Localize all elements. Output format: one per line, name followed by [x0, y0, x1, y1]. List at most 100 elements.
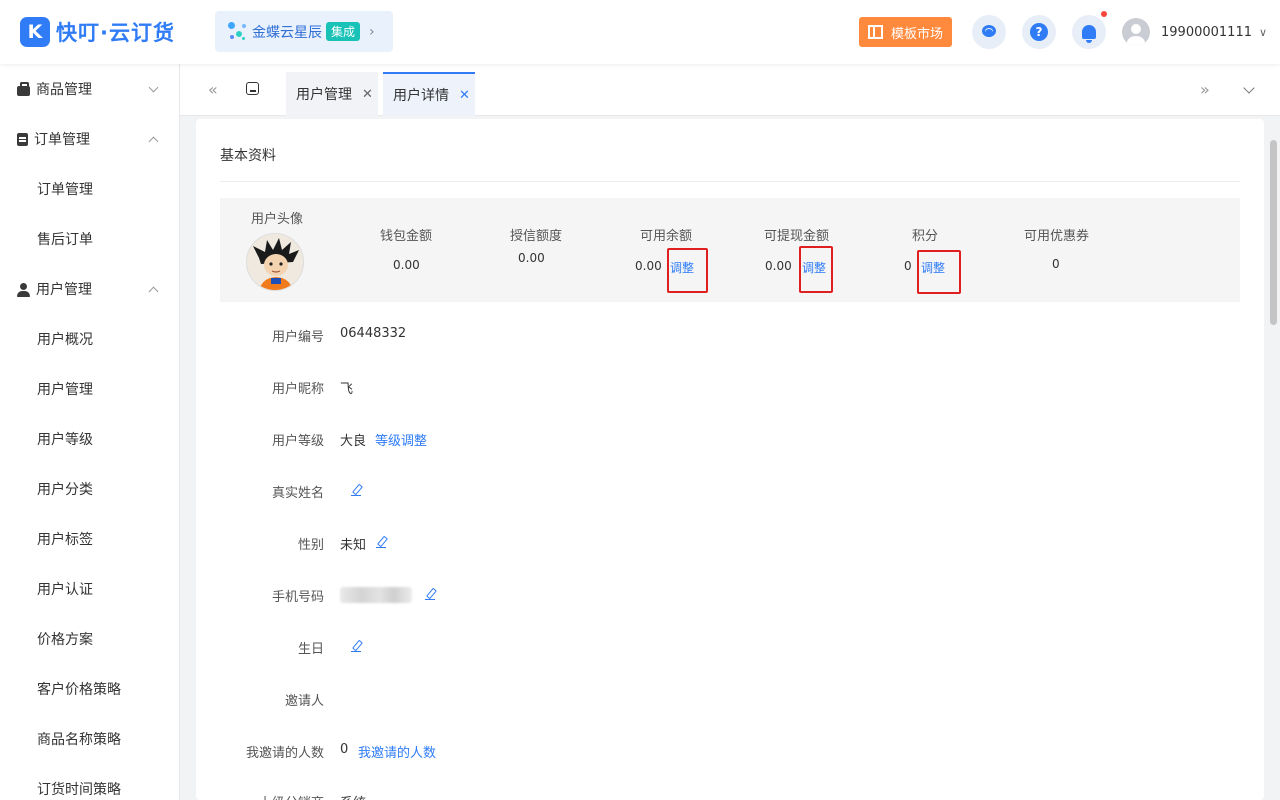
field-label-distributor: 上级分销商	[196, 792, 324, 800]
chevron-down-icon	[148, 82, 159, 93]
invited-people-link[interactable]: 我邀请的人数	[358, 742, 436, 761]
field-label-invited-count: 我邀请的人数	[245, 746, 324, 761]
edit-pencil-icon[interactable]	[351, 640, 363, 653]
sidebar-group-orders[interactable]: 订单管理	[0, 114, 179, 164]
user-avatar	[246, 233, 304, 291]
section-title: 基本资料	[220, 148, 276, 164]
edit-pencil-icon[interactable]	[425, 588, 437, 601]
template-market-button[interactable]: 模板市场	[859, 17, 952, 47]
tab-label: 用户详情	[393, 88, 449, 104]
edit-pencil-icon[interactable]	[351, 484, 363, 497]
sidebar-item-user-verification[interactable]: 用户认证	[0, 564, 179, 614]
stat-label-coupons: 可用优惠券	[1024, 229, 1090, 244]
notification-dot	[1101, 11, 1107, 17]
kingdee-integration-badge[interactable]: 金蝶云星辰 集成 ›	[215, 11, 393, 52]
tab-user-management[interactable]: 用户管理 ✕	[286, 72, 378, 116]
customer-service-button[interactable]	[972, 15, 1006, 49]
sidebar-group-users[interactable]: 用户管理	[0, 264, 179, 314]
level-adjust-link[interactable]: 等级调整	[375, 430, 427, 449]
stat-label-available-balance: 可用余额	[640, 229, 693, 244]
stat-value-available-balance: 0.00	[635, 259, 662, 273]
sidebar-item-user-management[interactable]: 用户管理	[0, 364, 179, 414]
page-scrollbar[interactable]	[1270, 140, 1277, 325]
sidebar-item-price-plan[interactable]: 价格方案	[0, 614, 179, 664]
sidebar-group-label: 商品管理	[36, 82, 92, 98]
stat-label-credit: 授信额度	[510, 229, 563, 244]
sidebar-item-order-time-strategy[interactable]: 订货时间策略	[0, 764, 179, 800]
field-label-inviter: 邀请人	[284, 694, 324, 709]
highlight-box	[667, 248, 708, 293]
stat-value-coupons: 0	[1052, 257, 1060, 271]
scroll-tabs-right-icon[interactable]: »	[1200, 80, 1210, 99]
stat-label-withdrawable: 可提现金额	[764, 229, 830, 244]
kingdee-icon	[228, 20, 248, 44]
account-stats-panel: 用户头像 钱包金额 0.00 授信额度 0.00 可用余额 0.00 调整 可提…	[220, 198, 1240, 302]
sidebar-item-user-overview[interactable]: 用户概况	[0, 314, 179, 364]
sidebar-item-user-level[interactable]: 用户等级	[0, 414, 179, 464]
stat-value-credit: 0.00	[518, 251, 545, 265]
template-icon	[867, 25, 883, 39]
field-label-nickname: 用户昵称	[271, 382, 324, 397]
chevron-down-icon[interactable]	[1243, 82, 1255, 94]
close-icon[interactable]: ✕	[459, 88, 470, 103]
sidebar-group-label: 用户管理	[36, 282, 92, 298]
chevron-down-icon: ∨	[1258, 25, 1268, 39]
bell-icon	[1082, 25, 1096, 43]
field-value-distributor: 系统	[340, 792, 366, 800]
service-icon	[980, 25, 998, 39]
chevron-up-icon	[148, 136, 159, 147]
stat-label-points: 积分	[912, 229, 939, 244]
field-label-real-name: 真实姓名	[271, 486, 324, 501]
template-market-label: 模板市场	[890, 26, 943, 42]
field-label-birthday: 生日	[297, 642, 324, 657]
tab-label: 用户管理	[296, 87, 352, 103]
sidebar-item-user-category[interactable]: 用户分类	[0, 464, 179, 514]
bag-icon	[17, 81, 30, 96]
edit-pencil-icon[interactable]	[376, 536, 388, 549]
field-label-level: 用户等级	[271, 434, 324, 449]
sidebar-item-orders[interactable]: 订单管理	[0, 164, 179, 214]
tabs-bar: « 用户管理 ✕ 用户详情 ✕ »	[180, 64, 1280, 116]
sidebar-group-label: 订单管理	[34, 132, 90, 148]
field-value-nickname: 飞	[340, 382, 354, 397]
sidebar-group-goods[interactable]: 商品管理	[0, 64, 179, 114]
sidebar-item-product-name-strategy[interactable]: 商品名称策略	[0, 714, 179, 764]
sidebar: 商品管理 订单管理 订单管理 售后订单 用户管理 用户概况 用户管理 用户等级 …	[0, 64, 180, 800]
sidebar-item-after-sales[interactable]: 售后订单	[0, 214, 179, 264]
user-phone: 19900001111	[1161, 24, 1252, 40]
field-value-user-id: 06448332	[340, 326, 407, 341]
app-logo[interactable]: K 快叮·云订货	[20, 17, 175, 47]
field-value-gender: 未知	[340, 538, 367, 553]
field-label-gender: 性别	[297, 538, 324, 553]
stat-value-withdrawable: 0.00	[765, 259, 792, 273]
highlight-box	[917, 250, 961, 294]
highlight-box	[799, 246, 833, 293]
stat-value-wallet: 0.00	[393, 258, 420, 272]
user-menu[interactable]: 19900001111 ∨	[1122, 18, 1267, 46]
close-icon[interactable]: ✕	[362, 87, 373, 102]
field-value-level: 大良	[340, 434, 367, 449]
masked-phone-value	[340, 587, 412, 603]
home-icon[interactable]	[245, 82, 261, 98]
chevron-right-icon: ›	[369, 23, 375, 40]
chevron-up-icon	[148, 286, 159, 297]
field-value-invited-count: 0	[340, 742, 349, 757]
stat-label-wallet: 钱包金额	[380, 229, 433, 244]
clipboard-icon	[17, 132, 28, 146]
field-label-user-id: 用户编号	[271, 330, 324, 345]
help-button[interactable]: ?	[1022, 15, 1056, 49]
sidebar-item-user-tags[interactable]: 用户标签	[0, 514, 179, 564]
top-header: K 快叮·云订货 金蝶云星辰 集成 › 模板市场 ? 19900001111 ∨	[0, 0, 1280, 64]
tab-user-detail[interactable]: 用户详情 ✕	[383, 72, 475, 116]
sidebar-item-customer-price-strategy[interactable]: 客户价格策略	[0, 664, 179, 714]
field-label-phone: 手机号码	[271, 590, 324, 605]
scroll-tabs-left-icon[interactable]: «	[208, 80, 218, 99]
notification-button[interactable]	[1072, 11, 1107, 49]
avatar-image-icon	[247, 234, 303, 290]
stat-value-points: 0	[904, 259, 912, 273]
divider	[220, 181, 1240, 182]
avatar-icon	[1122, 18, 1150, 46]
avatar-label: 用户头像	[251, 212, 304, 227]
user-icon	[17, 282, 30, 297]
help-icon: ?	[1030, 23, 1048, 41]
